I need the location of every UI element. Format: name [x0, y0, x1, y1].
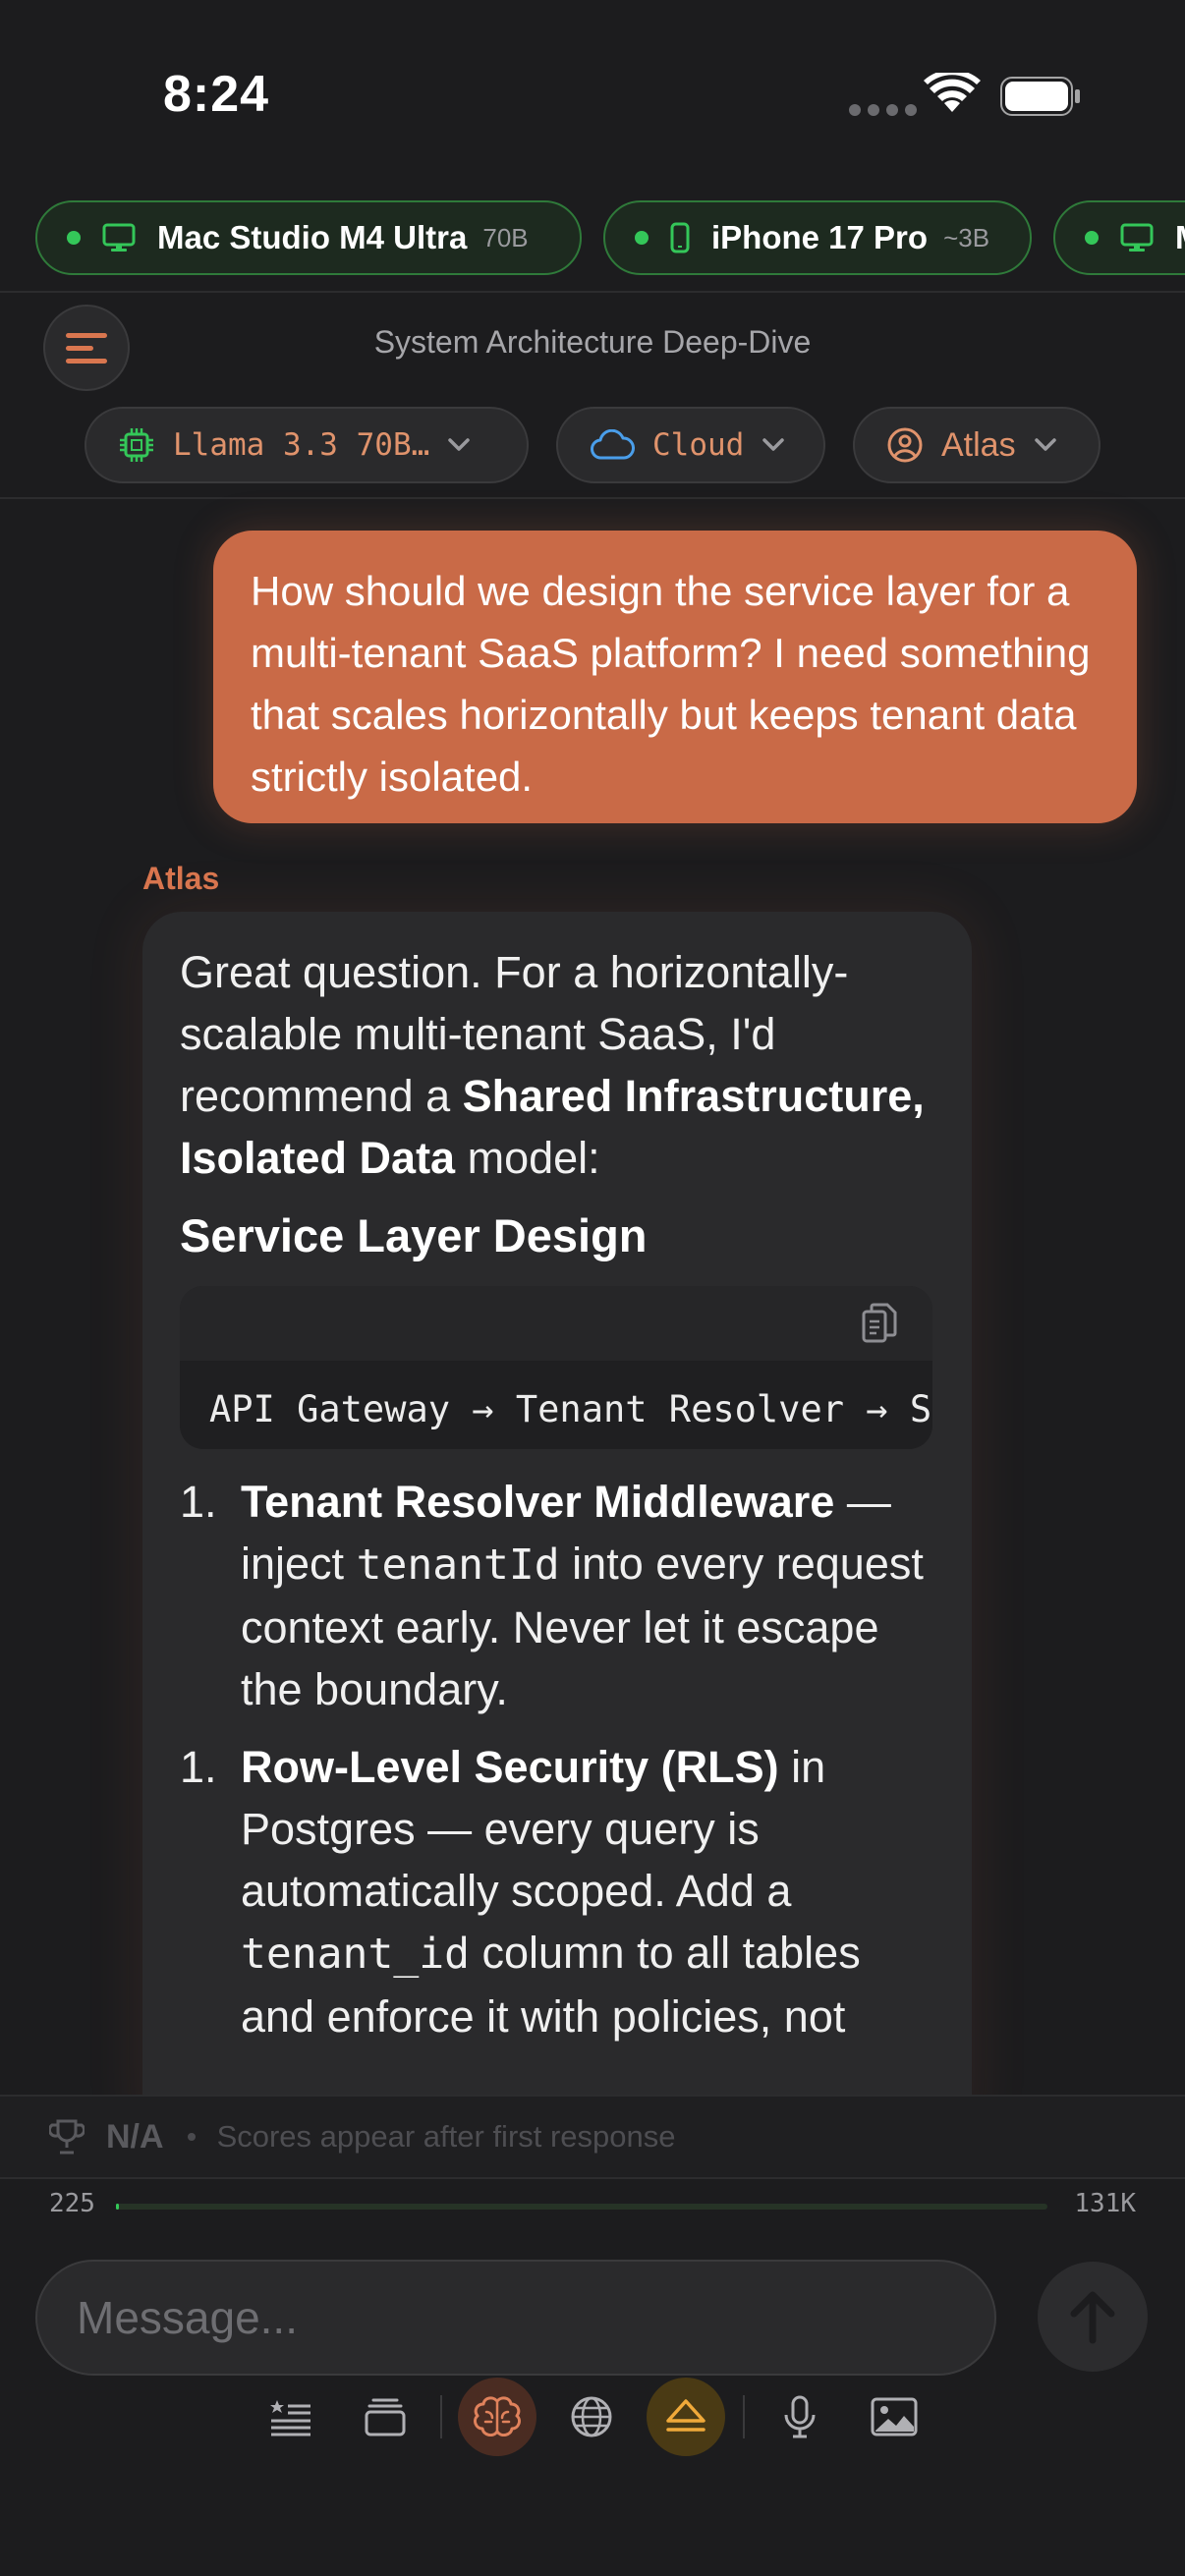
battery-icon [1000, 77, 1080, 116]
trophy-icon [49, 2119, 85, 2155]
model-label: Llama 3.3 70B… [173, 427, 430, 463]
device-name: M [1175, 219, 1185, 256]
numbered-list: 1. Tenant Resolver Middleware — inject t… [180, 1471, 946, 2047]
inline-code: tenant_id [241, 1930, 470, 1979]
web-search-toggle[interactable] [552, 2378, 631, 2456]
assistant-message-bubble: Great question. For a horizontally-scala… [142, 912, 972, 2150]
device-name: Mac Studio M4 Ultra [157, 219, 468, 255]
list-marker: 1. [180, 1477, 217, 1527]
context-limit: 131K [1074, 2189, 1136, 2218]
stack-icon [365, 2398, 406, 2436]
persona-label: Atlas [941, 425, 1016, 464]
online-dot-icon [1085, 231, 1099, 245]
cloud-icon [591, 429, 635, 460]
code-block: API Gateway → Tenant Resolver → Service … [180, 1286, 932, 1449]
code-text: API Gateway → Tenant Resolver → Service … [209, 1388, 932, 1430]
desktop-icon [1120, 223, 1154, 252]
list-item-title: Row-Level Security (RLS) [241, 1742, 779, 1792]
list-star-icon [270, 2400, 310, 2436]
device-strip: Mac Studio M4 Ultra 70B iPhone 17 Pro ~3… [0, 196, 1185, 281]
online-dot-icon [635, 231, 649, 245]
microphone-icon [784, 2395, 816, 2438]
wifi-icon [924, 73, 981, 112]
device-chip-mac-studio[interactable]: Mac Studio M4 Ultra 70B [35, 200, 582, 275]
score-value: N/A [106, 2117, 164, 2156]
status-time: 8:24 [163, 66, 270, 123]
section-heading: Service Layer Design [180, 1209, 648, 1261]
eject-icon [666, 2399, 705, 2432]
device-chip-partial[interactable]: M [1053, 200, 1185, 275]
arrow-up-icon [1070, 2291, 1115, 2344]
assistant-name: Atlas [142, 861, 220, 896]
desktop-icon [102, 223, 136, 252]
image-attach-button[interactable] [855, 2378, 933, 2456]
context-progress-bar [116, 2204, 1047, 2210]
mode-label: Cloud [652, 427, 745, 463]
device-model-size: 70B [482, 222, 529, 252]
list-item: 1. Row-Level Security (RLS) in Postgres … [180, 1736, 946, 2047]
globe-icon [571, 2396, 612, 2437]
online-dot-icon [67, 231, 81, 245]
assistant-message-content: Great question. For a horizontally-scala… [180, 941, 946, 2063]
list-item: 1. Tenant Resolver Middleware — inject t… [180, 1471, 946, 1720]
upload-toggle[interactable] [647, 2378, 725, 2456]
thinking-toggle[interactable] [458, 2378, 536, 2456]
intro-text-end: model: [455, 1133, 600, 1183]
person-circle-icon [887, 427, 923, 463]
list-marker: 1. [180, 1742, 217, 1792]
image-icon [871, 2397, 918, 2436]
mode-selector[interactable]: Cloud [556, 407, 825, 483]
message-input[interactable] [35, 2260, 996, 2376]
persona-selector[interactable]: Atlas [853, 407, 1100, 483]
prompt-template-button[interactable] [252, 2378, 330, 2456]
copy-icon[interactable] [860, 1302, 899, 1345]
user-message-bubble: How should we design the service layer f… [213, 531, 1137, 823]
device-chip-iphone[interactable]: iPhone 17 Pro ~3B [603, 200, 1032, 275]
score-note: Scores appear after first response [216, 2119, 676, 2154]
voice-input-button[interactable] [761, 2378, 839, 2456]
list-item-title: Tenant Resolver Middleware [241, 1477, 835, 1527]
conversation-title: System Architecture Deep-Dive [373, 324, 812, 360]
send-button[interactable] [1038, 2262, 1148, 2372]
model-selector[interactable]: Llama 3.3 70B… [85, 407, 529, 483]
toolbar-separator [743, 2395, 745, 2438]
code-block-header [180, 1286, 932, 1361]
cellular-signal-icon [849, 104, 917, 116]
divider [0, 497, 1185, 499]
divider [0, 291, 1185, 293]
conversations-button[interactable] [346, 2378, 424, 2456]
toolbar-separator [440, 2395, 442, 2438]
inline-code: tenantId [356, 1540, 560, 1590]
device-name: iPhone 17 Pro [711, 219, 929, 255]
app-root: 8:24 Mac Studio M4 Ultra 70B iPhone 17 P… [0, 0, 1185, 2576]
assistant-intro: Great question. For a horizontally-scala… [180, 941, 946, 1189]
score-row: N/A Scores appear after first response [0, 2095, 1185, 2179]
chevron-down-icon [448, 438, 471, 451]
separator-dot [187, 2133, 196, 2141]
chevron-down-icon [762, 438, 785, 451]
phone-icon [670, 222, 690, 253]
context-progress-fill [116, 2204, 119, 2210]
device-model-size: ~3B [943, 222, 990, 252]
composer-toolbar [0, 2378, 1185, 2466]
brain-icon [474, 2396, 521, 2437]
chevron-down-icon [1034, 438, 1056, 451]
chip-icon [120, 428, 153, 462]
context-used: 225 [49, 2189, 95, 2218]
status-bar: 8:24 [0, 0, 1185, 187]
